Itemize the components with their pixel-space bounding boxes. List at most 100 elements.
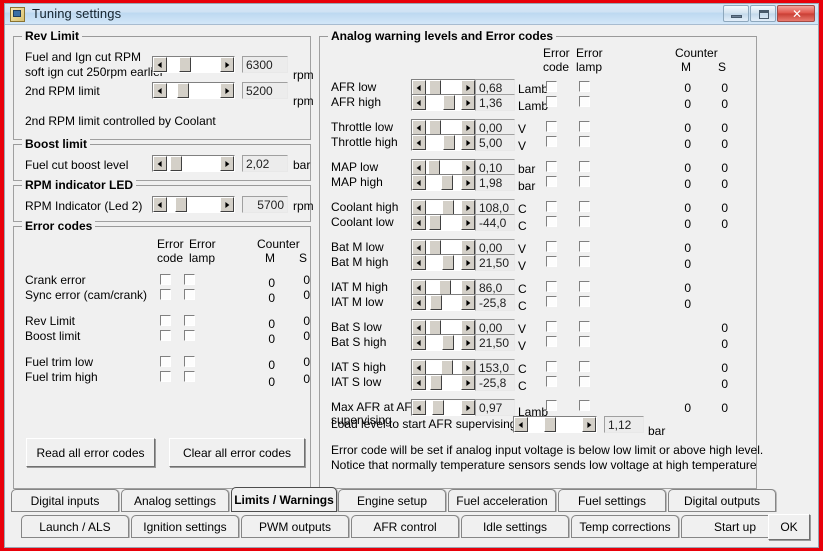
error-lamp-checkbox[interactable] [579,400,590,411]
error-lamp-checkbox[interactable] [579,256,590,267]
error-code-checkbox[interactable] [546,136,557,147]
error-code-checkbox[interactable] [546,336,557,347]
error-lamp-checkbox[interactable] [579,321,590,332]
slider-right-arrow-icon[interactable] [461,135,475,150]
slider-track[interactable] [426,400,461,415]
analog-row-value[interactable]: -44,0 [475,214,515,231]
slider-left-arrow-icon[interactable] [153,83,167,98]
slider-right-arrow-icon[interactable] [461,280,475,295]
slider-left-arrow-icon[interactable] [153,156,167,171]
slider-thumb[interactable] [428,80,441,95]
slider-track[interactable] [426,255,461,270]
slider-thumb[interactable] [441,175,454,190]
error-code-checkbox[interactable] [546,296,557,307]
error-code-checkbox[interactable] [546,281,557,292]
error-code-checkbox[interactable] [160,274,171,285]
error-lamp-checkbox[interactable] [579,121,590,132]
slider-thumb[interactable] [428,160,441,175]
slider-track[interactable] [426,335,461,350]
error-lamp-checkbox[interactable] [184,274,195,285]
analog-row-slider[interactable] [411,174,476,191]
slider-thumb[interactable] [442,255,455,270]
slider-left-arrow-icon[interactable] [412,120,426,135]
slider-thumb[interactable] [429,375,442,390]
error-lamp-checkbox[interactable] [579,96,590,107]
read-all-error-codes-button[interactable]: Read all error codes [26,438,155,467]
second-rpm-limit-slider[interactable] [152,82,235,99]
slider-track[interactable] [426,320,461,335]
slider-thumb[interactable] [432,400,445,415]
slider-track[interactable] [426,175,461,190]
analog-row-slider[interactable] [411,374,476,391]
slider-left-arrow-icon[interactable] [412,215,426,230]
error-code-checkbox[interactable] [546,400,557,411]
slider-left-arrow-icon[interactable] [412,375,426,390]
slider-left-arrow-icon[interactable] [412,95,426,110]
slider-right-arrow-icon[interactable] [461,160,475,175]
slider-thumb[interactable] [442,135,455,150]
error-lamp-checkbox[interactable] [579,361,590,372]
slider-right-arrow-icon[interactable] [220,57,234,72]
slider-track[interactable] [426,280,461,295]
error-lamp-checkbox[interactable] [579,296,590,307]
analog-row-value[interactable]: -25,8 [475,294,515,311]
slider-thumb[interactable] [428,120,441,135]
slider-track[interactable] [426,215,461,230]
analog-row-value[interactable]: -25,8 [475,374,515,391]
slider-right-arrow-icon[interactable] [461,175,475,190]
fuel-ign-cut-rpm-slider[interactable] [152,56,235,73]
slider-left-arrow-icon[interactable] [153,57,167,72]
slider-left-arrow-icon[interactable] [412,335,426,350]
slider-thumb[interactable] [428,320,441,335]
analog-row-value[interactable]: 21,50 [475,334,515,351]
error-lamp-checkbox[interactable] [579,81,590,92]
error-lamp-checkbox[interactable] [184,315,195,326]
load-level-value[interactable]: 1,12 [604,416,644,433]
load-level-slider[interactable] [513,416,597,433]
slider-thumb[interactable] [176,83,189,98]
fuel-ign-cut-rpm-value[interactable]: 6300 [242,56,288,73]
tab-idle-settings[interactable]: Idle settings [461,515,569,538]
rpm-indicator-slider[interactable] [152,196,235,213]
error-lamp-checkbox[interactable] [579,161,590,172]
slider-right-arrow-icon[interactable] [461,120,475,135]
error-code-checkbox[interactable] [546,81,557,92]
slider-right-arrow-icon[interactable] [461,95,475,110]
error-code-checkbox[interactable] [160,371,171,382]
slider-track[interactable] [167,83,220,98]
error-lamp-checkbox[interactable] [579,201,590,212]
fuel-cut-boost-level-slider[interactable] [152,155,235,172]
slider-track[interactable] [426,360,461,375]
error-code-checkbox[interactable] [546,161,557,172]
tab-fuel-acceleration[interactable]: Fuel acceleration [448,489,556,512]
slider-right-arrow-icon[interactable] [461,295,475,310]
maximize-button[interactable] [750,5,776,22]
slider-track[interactable] [426,375,461,390]
slider-thumb[interactable] [428,240,441,255]
analog-row-value[interactable]: 5,00 [475,134,515,151]
error-lamp-checkbox[interactable] [184,356,195,367]
error-lamp-checkbox[interactable] [184,371,195,382]
slider-right-arrow-icon[interactable] [461,400,475,415]
slider-thumb[interactable] [175,197,188,212]
close-button[interactable]: ✕ [777,5,815,22]
slider-thumb[interactable] [544,417,557,432]
fuel-cut-boost-level-value[interactable]: 2,02 [242,155,288,172]
slider-track[interactable] [426,80,461,95]
slider-thumb[interactable] [178,57,191,72]
analog-row-slider[interactable] [411,134,476,151]
tab-ignition-settings[interactable]: Ignition settings [131,515,239,538]
slider-left-arrow-icon[interactable] [412,400,426,415]
error-code-checkbox[interactable] [546,361,557,372]
rpm-indicator-value[interactable]: 5700 [242,196,288,213]
slider-left-arrow-icon[interactable] [514,417,528,432]
slider-left-arrow-icon[interactable] [412,255,426,270]
error-code-checkbox[interactable] [546,176,557,187]
error-lamp-checkbox[interactable] [579,216,590,227]
error-code-checkbox[interactable] [546,241,557,252]
error-code-checkbox[interactable] [546,256,557,267]
error-lamp-checkbox[interactable] [579,336,590,347]
tab-digital-inputs[interactable]: Digital inputs [11,489,119,512]
slider-right-arrow-icon[interactable] [461,80,475,95]
second-rpm-limit-value[interactable]: 5200 [242,82,288,99]
